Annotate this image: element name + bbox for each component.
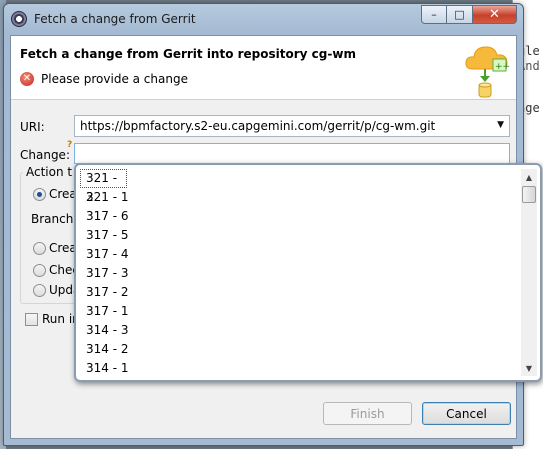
minimize-button[interactable]: – — [421, 5, 447, 24]
wizard-title: Fetch a change from Gerrit into reposito… — [20, 47, 356, 61]
cloud-fetch-icon: ++ — [465, 46, 510, 98]
scroll-down-icon[interactable]: ▼ — [521, 360, 537, 376]
change-option[interactable]: 321 - 2 — [80, 169, 127, 204]
change-option[interactable]: 317 - 5 — [80, 226, 520, 245]
window-controls: – □ ✕ — [421, 5, 517, 24]
cancel-button[interactable]: Cancel — [422, 402, 511, 425]
change-input[interactable] — [74, 143, 510, 164]
radio-checkout[interactable] — [33, 264, 46, 277]
change-option[interactable]: 317 - 6 — [80, 207, 520, 226]
wizard-header: Fetch a change from Gerrit into reposito… — [11, 36, 516, 100]
run-in-background-checkbox[interactable] — [25, 313, 38, 326]
eclipse-app-icon — [11, 11, 27, 27]
change-option[interactable]: 317 - 1 — [80, 302, 520, 321]
content-assist-icon: ? — [67, 140, 73, 150]
close-button[interactable]: ✕ — [473, 5, 517, 24]
change-label: Change: — [20, 148, 70, 162]
uri-value: https://bpmfactory.s2-eu.capgemini.com/g… — [80, 119, 436, 133]
change-option[interactable]: 317 - 2 — [80, 283, 520, 302]
title-bar[interactable]: Fetch a change from Gerrit – □ ✕ — [4, 4, 523, 34]
change-suggestions-popup[interactable]: 321 - 2 321 - 1 317 - 6 317 - 5 317 - 4 317 -… — [74, 163, 542, 382]
change-option[interactable]: 317 - 4 — [80, 245, 520, 264]
change-option[interactable]: 314 - 2 — [80, 340, 520, 359]
window-title: Fetch a change from Gerrit — [34, 12, 196, 26]
chevron-down-icon[interactable]: ▼ — [497, 120, 504, 130]
uri-combo[interactable]: https://bpmfactory.s2-eu.capgemini.com/g… — [74, 115, 510, 137]
change-option[interactable]: 314 - 3 — [80, 321, 520, 340]
radio-create-action[interactable] — [33, 188, 46, 201]
maximize-button[interactable]: □ — [447, 5, 473, 24]
action-group-title: Action t — [23, 165, 76, 179]
change-option[interactable]: 314 - 1 — [80, 359, 520, 378]
svg-text:++: ++ — [495, 62, 510, 72]
change-option[interactable]: 321 - 1 — [80, 188, 520, 207]
error-icon: ✕ — [20, 72, 34, 86]
finish-button[interactable]: Finish — [323, 402, 412, 425]
scrollbar-thumb[interactable] — [522, 186, 536, 203]
radio-create-branch[interactable] — [33, 242, 46, 255]
popup-scrollbar[interactable]: ▲ ▼ — [521, 169, 537, 376]
change-option[interactable]: 317 - 3 — [80, 264, 520, 283]
radio-update[interactable] — [33, 284, 46, 297]
change-suggestions-list[interactable]: 321 - 2 321 - 1 317 - 6 317 - 5 317 - 4 317 -… — [80, 169, 520, 378]
error-message: Please provide a change — [41, 72, 188, 86]
scroll-up-icon[interactable]: ▲ — [521, 169, 537, 185]
uri-label: URI: — [20, 120, 45, 134]
